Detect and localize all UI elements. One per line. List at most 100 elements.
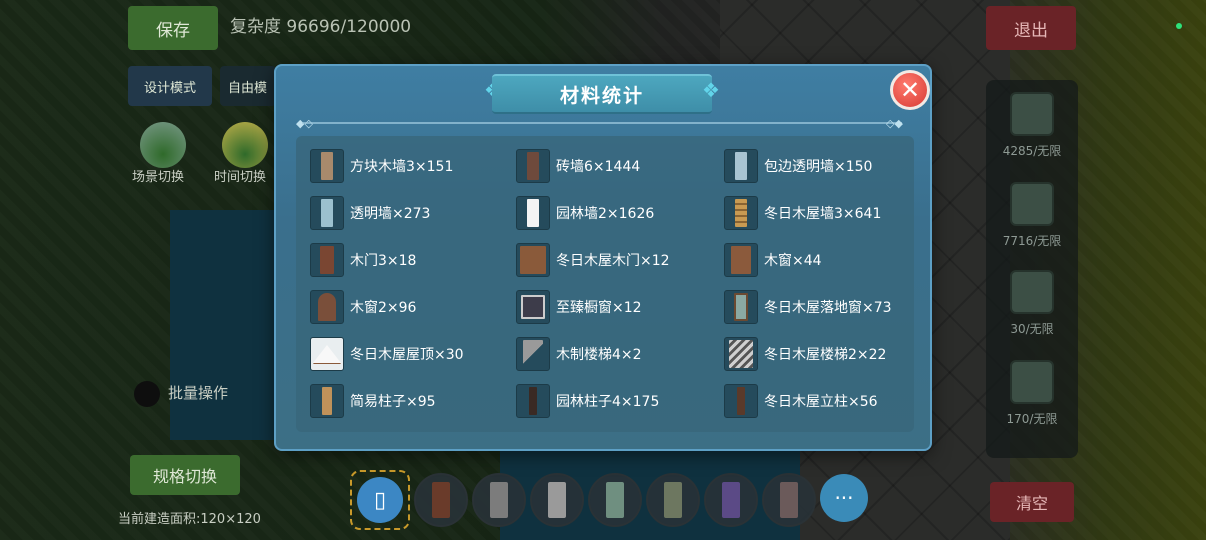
close-icon: ✕ <box>899 76 921 104</box>
material-item: 冬日木屋墙3×641 <box>724 195 924 231</box>
material-label: 简易柱子×95 <box>350 394 436 410</box>
inventory-item[interactable]: 4285/无限 <box>986 92 1078 159</box>
toolbar-slot[interactable] <box>472 473 526 527</box>
material-item: 至臻橱窗×12 <box>516 289 716 325</box>
exit-button[interactable]: 退出 <box>986 6 1076 50</box>
save-button[interactable]: 保存 <box>128 6 218 50</box>
material-label: 木窗×44 <box>764 253 822 269</box>
material-label: 砖墙6×1444 <box>556 159 641 175</box>
wood-wall-icon <box>310 149 344 183</box>
material-label: 方块木墙3×151 <box>350 159 454 175</box>
free-mode-button[interactable]: 自由模 <box>220 66 276 106</box>
clear-button[interactable]: 清空 <box>990 482 1074 522</box>
wall-block-icon <box>1010 182 1054 226</box>
material-item: 方块木墙3×151 <box>310 148 510 184</box>
material-label: 园林墙2×1626 <box>556 206 655 222</box>
batch-operation-toggle[interactable] <box>134 381 160 407</box>
toolbar-slot[interactable] <box>588 473 642 527</box>
inventory-item[interactable]: 170/无限 <box>986 360 1078 427</box>
toolbar-slot[interactable] <box>530 473 584 527</box>
more-button[interactable]: ··· <box>820 474 868 522</box>
dialog-title: 材料统计 <box>492 74 712 114</box>
inventory-count: 170/无限 <box>1006 412 1058 426</box>
material-item: 砖墙6×1444 <box>516 148 716 184</box>
material-item: 木窗2×96 <box>310 289 510 325</box>
toolbar-slot[interactable] <box>762 473 816 527</box>
wood-window-icon <box>724 243 758 277</box>
eraser-icon: ▯ <box>357 477 403 523</box>
time-switch-icon[interactable] <box>222 122 268 168</box>
material-label: 园林柱子4×175 <box>556 394 660 410</box>
toolbar-slot[interactable] <box>704 473 758 527</box>
garden-pillar-icon <box>516 384 550 418</box>
complexity-counter: 复杂度 96696/120000 <box>230 17 412 37</box>
material-list: 方块木墙3×151 砖墙6×1444 包边透明墙×150 透明墙×273 园林墙… <box>296 136 914 432</box>
wood-stairs-icon <box>516 337 550 371</box>
showcase-window-icon <box>516 290 550 324</box>
material-item: 透明墙×273 <box>310 195 510 231</box>
material-item: 冬日木屋屋顶×30 <box>310 336 510 372</box>
simple-pillar-icon <box>310 384 344 418</box>
window-block-icon <box>1010 270 1054 314</box>
spec-switch-button[interactable]: 规格切换 <box>130 455 240 495</box>
material-label: 冬日木屋墙3×641 <box>764 206 882 222</box>
material-label: 冬日木屋楼梯2×22 <box>764 347 887 363</box>
material-label: 包边透明墙×150 <box>764 159 873 175</box>
status-dot <box>1176 23 1182 29</box>
cabin-roof-icon <box>310 337 344 371</box>
glass-wall-icon <box>724 149 758 183</box>
material-item: 冬日木屋立柱×56 <box>724 383 924 419</box>
brick-wall-icon <box>516 149 550 183</box>
material-item: 木门3×18 <box>310 242 510 278</box>
material-label: 透明墙×273 <box>350 206 431 222</box>
material-label: 木门3×18 <box>350 253 417 269</box>
scene-switch-label: 场景切换 <box>132 170 185 185</box>
material-label: 至臻橱窗×12 <box>556 300 642 316</box>
inventory-count: 30/无限 <box>1010 322 1054 336</box>
title-divider <box>302 122 902 124</box>
material-label: 冬日木屋木门×12 <box>556 253 670 269</box>
inventory-count: 4285/无限 <box>1002 144 1062 158</box>
block-inventory-panel: 4285/无限 7716/无限 30/无限 170/无限 <box>986 80 1078 458</box>
material-label: 木制楼梯4×2 <box>556 347 642 363</box>
time-switch-label: 时间切换 <box>214 170 267 185</box>
material-label: 冬日木屋屋顶×30 <box>350 347 464 363</box>
material-item: 简易柱子×95 <box>310 383 510 419</box>
material-item: 木制楼梯4×2 <box>516 336 716 372</box>
cabin-stairs-icon <box>724 337 758 371</box>
cabin-pillar-icon <box>724 384 758 418</box>
french-window-icon <box>724 290 758 324</box>
material-item: 包边透明墙×150 <box>724 148 924 184</box>
material-item: 木窗×44 <box>724 242 924 278</box>
wood-door-icon <box>310 243 344 277</box>
material-item: 园林墙2×1626 <box>516 195 716 231</box>
close-button[interactable]: ✕ <box>890 70 930 110</box>
material-item: 冬日木屋落地窗×73 <box>724 289 924 325</box>
eraser-slot[interactable]: ▯ <box>350 470 410 530</box>
inventory-item[interactable]: 7716/无限 <box>986 182 1078 249</box>
batch-operation-label: 批量操作 <box>168 384 229 402</box>
material-item: 园林柱子4×175 <box>516 383 716 419</box>
block-toolbar: ▯ ··· <box>350 470 868 530</box>
stove-block-icon <box>1010 92 1054 136</box>
cabin-door-icon <box>516 243 550 277</box>
garden-wall-icon <box>516 196 550 230</box>
cabin-wall-icon <box>724 196 758 230</box>
scene-switch-icon[interactable] <box>140 122 186 168</box>
inventory-count: 7716/无限 <box>1002 234 1062 248</box>
material-label: 冬日木屋落地窗×73 <box>764 300 892 316</box>
build-area-label: 当前建造面积:120×120 <box>118 512 261 527</box>
design-mode-button[interactable]: 设计模式 <box>128 66 212 106</box>
inventory-item[interactable]: 30/无限 <box>986 270 1078 337</box>
toolbar-slot[interactable] <box>646 473 700 527</box>
material-label: 冬日木屋立柱×56 <box>764 394 878 410</box>
banner-right-ornament-icon: ❖ <box>702 78 720 102</box>
glass-wall-icon <box>310 196 344 230</box>
material-item: 冬日木屋木门×12 <box>516 242 716 278</box>
arched-window-icon <box>310 290 344 324</box>
toolbar-slot[interactable] <box>414 473 468 527</box>
material-label: 木窗2×96 <box>350 300 417 316</box>
divider-right-ornament-icon: ◇◆ <box>886 117 903 130</box>
pillar-block-icon <box>1010 360 1054 404</box>
material-stats-dialog: ❖ 材料统计 ❖ ✕ ◆◇ ◇◆ 方块木墙3×151 砖墙6×1444 包边透明… <box>274 64 932 451</box>
